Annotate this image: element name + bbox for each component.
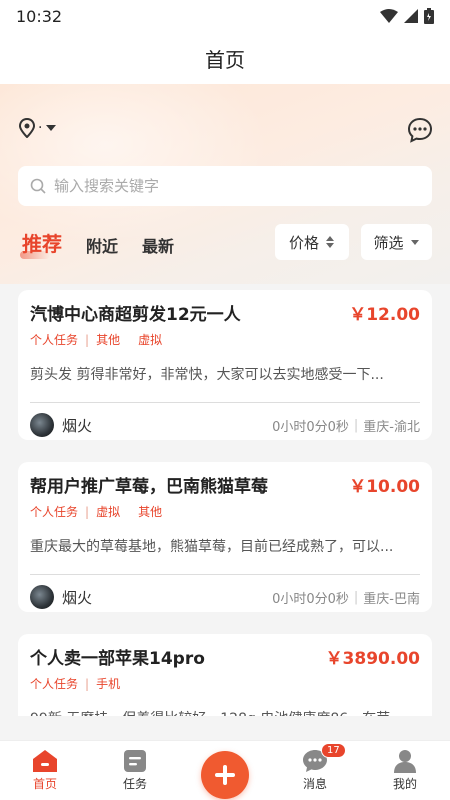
task-tag: 其他 bbox=[138, 505, 163, 519]
task-title: 个人卖一部苹果14pro bbox=[30, 649, 205, 669]
nav-mine-label: 我的 bbox=[392, 777, 417, 791]
status-time: 10:32 bbox=[16, 6, 63, 26]
price-sort-button[interactable]: 价格 bbox=[275, 224, 349, 260]
task-description: 99新 无磨挂，保养得比较好。128g 电池健康度86，在苹... bbox=[30, 708, 420, 716]
task-card[interactable]: 汽博中心商超剪发12元一人 ￥12.00 个人任务 | 其他 | 虚拟 剪头发 … bbox=[18, 290, 432, 440]
search-input[interactable] bbox=[54, 177, 394, 195]
caret-down-icon bbox=[410, 240, 419, 245]
tab-latest[interactable]: 最新 bbox=[142, 233, 174, 257]
avatar bbox=[30, 585, 54, 609]
category-tabs: 推荐 附近 最新 bbox=[20, 228, 174, 259]
location-selector[interactable]: · bbox=[18, 118, 58, 138]
task-time: 0小时0分0秒 bbox=[272, 419, 349, 435]
home-icon bbox=[33, 750, 57, 772]
title-bar: 首页 bbox=[0, 32, 450, 84]
avatar bbox=[30, 413, 54, 437]
task-author[interactable]: 烟火 bbox=[30, 585, 92, 609]
signal-icon bbox=[404, 9, 418, 23]
tab-recommend[interactable]: 推荐 bbox=[20, 228, 62, 259]
author-name: 烟火 bbox=[62, 416, 93, 435]
page-title: 首页 bbox=[205, 47, 245, 72]
task-card[interactable]: 个人卖一部苹果14pro ￥3890.00 个人任务 | 手机 99新 无磨挂，… bbox=[18, 634, 432, 716]
nav-publish[interactable] bbox=[190, 743, 260, 799]
task-price: ￥12.00 bbox=[349, 305, 420, 325]
task-list-icon bbox=[124, 750, 146, 772]
task-tags: 个人任务 | 手机 bbox=[30, 676, 121, 692]
task-time: 0小时0分0秒 bbox=[272, 591, 349, 607]
status-bar: 10:32 bbox=[0, 0, 450, 32]
task-feed[interactable]: 汽博中心商超剪发12元一人 ￥12.00 个人任务 | 其他 | 虚拟 剪头发 … bbox=[18, 290, 432, 716]
task-tag: 个人任务 bbox=[30, 677, 79, 691]
battery-icon bbox=[424, 8, 434, 24]
nav-tasks-label: 任务 bbox=[122, 777, 147, 791]
location-label: · bbox=[38, 120, 43, 136]
author-name: 烟火 bbox=[62, 588, 93, 607]
task-tag: 个人任务 bbox=[30, 505, 79, 519]
task-description: 重庆最大的草莓基地，熊猫草莓，目前已经成熟了，可以... bbox=[30, 539, 394, 555]
sort-arrows-icon bbox=[326, 236, 334, 248]
plus-icon bbox=[215, 764, 235, 785]
user-icon bbox=[394, 750, 416, 773]
task-description: 剪头发 剪得非常好，非常快，大家可以去实地感受一下... bbox=[30, 367, 384, 383]
task-author[interactable]: 烟火 bbox=[30, 413, 92, 437]
task-tag: 个人任务 bbox=[30, 333, 79, 347]
task-tag: 虚拟 bbox=[96, 505, 121, 519]
task-tags: 个人任务 | 虚拟 | 其他 bbox=[30, 504, 163, 520]
task-tag: 手机 bbox=[96, 677, 121, 691]
bottom-nav: 首页 任务 17 消息 我的 bbox=[0, 740, 450, 800]
location-pin-icon bbox=[18, 118, 36, 138]
filter-button[interactable]: 筛选 bbox=[361, 224, 432, 260]
nav-tasks[interactable]: 任务 bbox=[100, 749, 170, 792]
nav-home-label: 首页 bbox=[32, 777, 57, 791]
task-price: ￥10.00 bbox=[349, 477, 420, 497]
task-tag: 虚拟 bbox=[138, 333, 163, 347]
task-place: 重庆-渝北 bbox=[363, 419, 420, 435]
task-tag: 其他 bbox=[96, 333, 121, 347]
task-meta: 0小时0分0秒 | 重庆-巴南 bbox=[272, 589, 420, 607]
nav-messages[interactable]: 17 消息 bbox=[280, 743, 350, 792]
task-card[interactable]: 帮用户推广草莓，巴南熊猫草莓 ￥10.00 个人任务 | 虚拟 | 其他 重庆最… bbox=[18, 462, 432, 612]
chevron-down-icon bbox=[46, 125, 57, 131]
search-bar[interactable] bbox=[18, 166, 432, 206]
task-title: 帮用户推广草莓，巴南熊猫草莓 bbox=[30, 477, 268, 497]
price-sort-label: 价格 bbox=[288, 233, 319, 252]
nav-home[interactable]: 首页 bbox=[10, 749, 80, 792]
chat-button[interactable] bbox=[406, 116, 434, 144]
nav-messages-label: 消息 bbox=[302, 777, 327, 791]
nav-mine[interactable]: 我的 bbox=[370, 749, 440, 792]
message-badge: 17 bbox=[321, 743, 346, 758]
wifi-icon bbox=[380, 9, 398, 23]
task-place: 重庆-巴南 bbox=[363, 591, 420, 607]
task-title: 汽博中心商超剪发12元一人 bbox=[30, 305, 241, 325]
tab-nearby[interactable]: 附近 bbox=[86, 233, 118, 257]
task-price: ￥3890.00 bbox=[325, 649, 420, 669]
publish-button[interactable] bbox=[201, 750, 249, 799]
filter-label: 筛选 bbox=[373, 233, 404, 252]
chat-bubble-icon bbox=[407, 117, 433, 143]
task-tags: 个人任务 | 其他 | 虚拟 bbox=[30, 332, 163, 348]
search-icon bbox=[30, 178, 46, 194]
task-meta: 0小时0分0秒 | 重庆-渝北 bbox=[272, 417, 420, 435]
status-icons bbox=[380, 8, 434, 24]
